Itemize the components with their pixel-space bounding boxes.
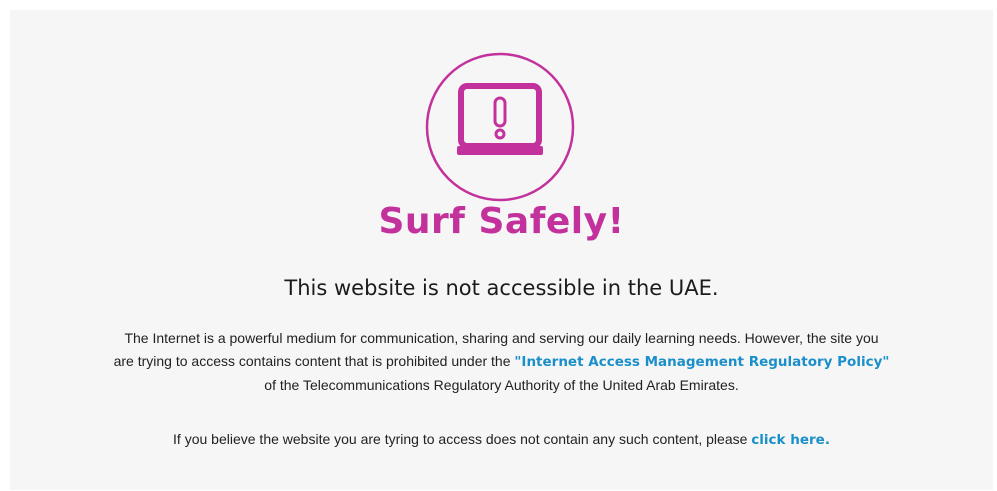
help-line: If you believe the website you are tyrin… [10, 427, 993, 452]
explanation-line-1: The Internet is a powerful medium for co… [124, 330, 879, 346]
explanation-line-2-text: are trying to access contains content th… [113, 353, 515, 369]
help-text: If you believe the website you are tyrin… [173, 431, 752, 447]
blocked-page-content: Surf Safely! This website is not accessi… [10, 10, 993, 490]
page-subtitle: This website is not accessible in the UA… [284, 276, 719, 300]
explanation-line-2: are trying to access contains content th… [24, 350, 979, 374]
warning-laptop-icon [424, 51, 576, 203]
blocked-page-panel: Surf Safely! This website is not accessi… [10, 10, 993, 490]
click-here-link[interactable]: click here. [751, 432, 830, 448]
page-title: Surf Safely! [378, 201, 625, 242]
explanation-line-3: of the Telecommunications Regulatory Aut… [264, 377, 739, 393]
policy-link[interactable]: "Internet Access Management Regulatory P… [514, 354, 889, 370]
explanation-paragraph: The Internet is a powerful medium for co… [24, 327, 979, 397]
